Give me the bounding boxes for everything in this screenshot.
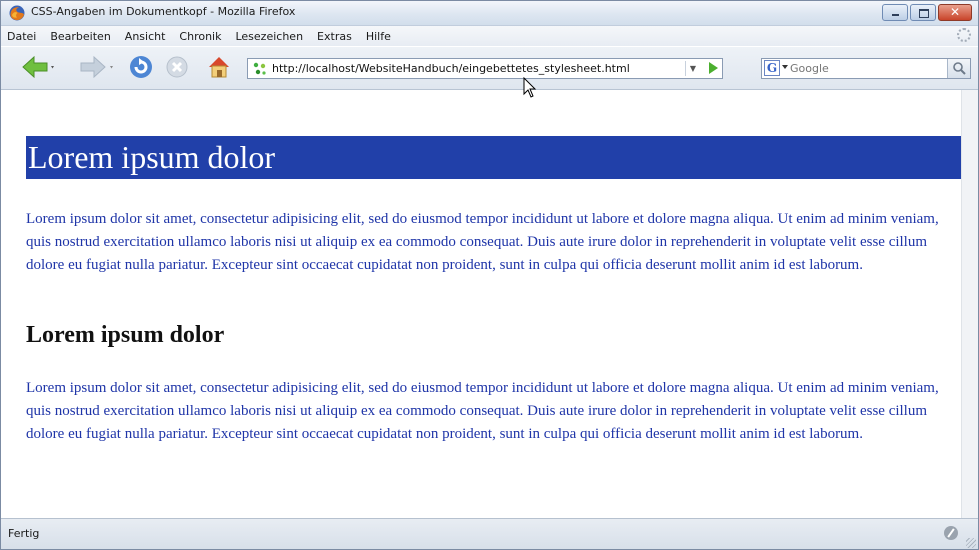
menu-bearbeiten[interactable]: Bearbeiten bbox=[43, 30, 117, 43]
heading-2: Lorem ipsum dolor bbox=[26, 322, 225, 348]
search-icon[interactable] bbox=[947, 59, 970, 78]
home-icon[interactable] bbox=[206, 54, 232, 80]
reload-icon[interactable] bbox=[128, 54, 154, 80]
paragraph-2: Lorem ipsum dolor sit amet, consectetur … bbox=[26, 380, 939, 442]
back-dropdown-icon[interactable] bbox=[51, 66, 54, 69]
window-controls: ✕ bbox=[880, 4, 972, 22]
search-bar[interactable]: G bbox=[761, 58, 971, 79]
go-icon[interactable] bbox=[709, 62, 718, 74]
heading-1: Lorem ipsum dolor bbox=[28, 139, 276, 175]
site-favicon-icon bbox=[253, 62, 266, 75]
search-input[interactable] bbox=[790, 59, 940, 78]
close-button[interactable]: ✕ bbox=[938, 4, 972, 21]
mouse-cursor-icon bbox=[523, 77, 537, 98]
maximize-button[interactable] bbox=[910, 4, 936, 21]
throbber-icon bbox=[957, 28, 971, 42]
maximize-icon bbox=[911, 5, 935, 20]
firefox-icon bbox=[9, 5, 25, 21]
close-icon: ✕ bbox=[949, 5, 961, 19]
minimize-icon bbox=[883, 5, 907, 20]
url-bar[interactable]: http://localhost/WebsiteHandbuch/eingebe… bbox=[247, 58, 723, 79]
url-text[interactable]: http://localhost/WebsiteHandbuch/eingebe… bbox=[272, 62, 630, 75]
minimize-button[interactable] bbox=[882, 4, 908, 21]
heading-1-banner: Lorem ipsum dolor bbox=[26, 136, 961, 179]
title-bar: CSS-Angaben im Dokumentkopf - Mozilla Fi… bbox=[1, 1, 978, 26]
menu-extras[interactable]: Extras bbox=[310, 30, 359, 43]
status-bar: Fertig bbox=[1, 518, 978, 549]
vertical-scrollbar[interactable] bbox=[961, 90, 978, 518]
menu-hilfe[interactable]: Hilfe bbox=[359, 30, 398, 43]
paragraph-1: Lorem ipsum dolor sit amet, consectetur … bbox=[26, 211, 939, 273]
menu-ansicht[interactable]: Ansicht bbox=[118, 30, 173, 43]
menu-datei[interactable]: Datei bbox=[1, 30, 43, 43]
menu-chronik[interactable]: Chronik bbox=[172, 30, 228, 43]
menu-lesezeichen[interactable]: Lesezeichen bbox=[228, 30, 310, 43]
status-indicator-icon bbox=[944, 526, 958, 540]
url-history-dropdown-icon[interactable]: ▼ bbox=[685, 61, 700, 76]
page-content: Lorem ipsum dolor Lorem ipsum dolor sit … bbox=[1, 90, 961, 518]
navigation-toolbar: http://localhost/WebsiteHandbuch/eingebe… bbox=[1, 47, 978, 90]
search-engine-icon[interactable]: G bbox=[764, 60, 780, 76]
stop-icon[interactable] bbox=[165, 55, 189, 79]
forward-dropdown-icon[interactable] bbox=[110, 66, 113, 69]
browser-window: CSS-Angaben im Dokumentkopf - Mozilla Fi… bbox=[0, 0, 979, 550]
status-text: Fertig bbox=[8, 527, 40, 540]
window-title: CSS-Angaben im Dokumentkopf - Mozilla Fi… bbox=[31, 5, 296, 18]
search-engine-dropdown-icon[interactable] bbox=[782, 65, 788, 69]
menu-bar: Datei Bearbeiten Ansicht Chronik Lesezei… bbox=[1, 26, 978, 46]
back-button[interactable] bbox=[21, 54, 57, 80]
forward-button[interactable] bbox=[77, 54, 117, 80]
resize-grip-icon[interactable] bbox=[966, 538, 976, 548]
